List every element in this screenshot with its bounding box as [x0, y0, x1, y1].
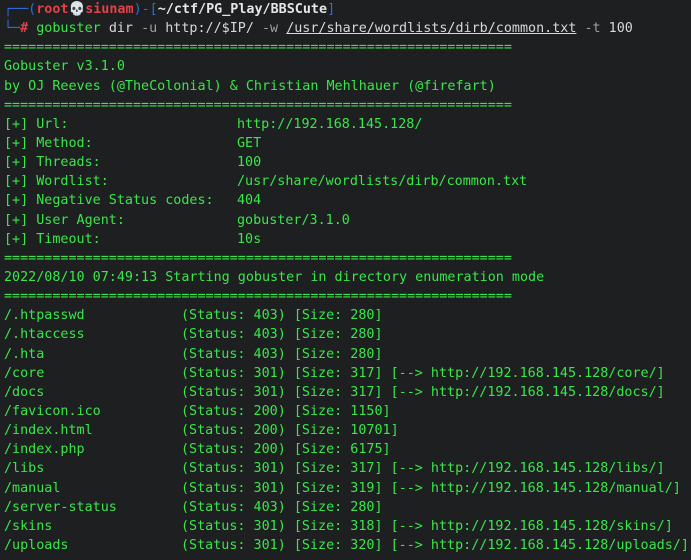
separator-line: ========================================…: [4, 250, 512, 266]
gobuster-version: Gobuster v3.1.0: [4, 59, 125, 75]
result-path: /uploads: [4, 537, 69, 553]
command-line[interactable]: └─# gobuster dir -u http://$IP/ -w /usr/…: [4, 19, 687, 38]
result-row: /.htaccess (Status: 403) [Size: 280]: [4, 325, 687, 344]
result-info: (Status: 301) [Size: 319] [--> http://19…: [181, 480, 681, 496]
config-label: [+] Negative Status codes:: [4, 193, 214, 209]
config-row: [+] Wordlist: /usr/share/wordlists/dirb/c…: [4, 172, 687, 191]
config-label: [+] Timeout:: [4, 231, 101, 247]
result-path: /.htaccess: [4, 327, 85, 343]
config-label: [+] Threads:: [4, 155, 101, 171]
result-info: (Status: 200) [Size: 1150]: [181, 403, 391, 419]
result-row: /.htpasswd (Status: 403) [Size: 280]: [4, 306, 687, 325]
result-row: /uploads (Status: 301) [Size: 320] [--> h…: [4, 536, 687, 555]
config-value: 10s: [237, 231, 262, 247]
config-value: http://192.168.145.128/: [237, 116, 423, 132]
result-info: (Status: 200) [Size: 10701]: [181, 423, 399, 439]
command-threads: 100: [608, 21, 633, 37]
gobuster-authors: by OJ Reeves (@TheColonial) & Christian …: [4, 78, 496, 94]
prompt-symbol: #: [20, 21, 29, 37]
config-value: 404: [237, 193, 262, 209]
result-path: /index.php: [4, 442, 85, 458]
command-url: http://$IP/: [165, 21, 254, 37]
command-flag-u: -u: [141, 21, 158, 37]
result-path: /.hta: [4, 346, 45, 362]
result-row: /docs (Status: 301) [Size: 317] [--> http…: [4, 383, 687, 402]
result-info: (Status: 301) [Size: 317] [--> http://19…: [181, 461, 665, 477]
result-info: (Status: 301) [Size: 320] [--> http://19…: [181, 537, 687, 553]
result-path: /manual: [4, 480, 61, 496]
prompt-frame-mid: )-[: [133, 2, 158, 17]
result-row: /.hta (Status: 403) [Size: 280]: [4, 345, 687, 364]
result-path: /skins: [4, 518, 53, 534]
config-label: [+] Url:: [4, 116, 69, 132]
skull-icon: 💀: [68, 2, 86, 17]
prompt-line: ┌──(root💀siunam)-[~/ctf/PG_Play/BBSCute]: [4, 0, 687, 19]
config-value: gobuster/3.1.0: [237, 212, 350, 228]
result-path: /libs: [4, 461, 45, 477]
separator-line: ========================================…: [4, 40, 512, 56]
config-label: [+] Wordlist:: [4, 174, 109, 190]
config-row: [+] Threads: 100: [4, 153, 687, 172]
prompt-frame-top: ┌──(: [4, 2, 37, 17]
config-row: [+] Url: http://192.168.145.128/: [4, 115, 687, 134]
result-row: /server-status (Status: 403) [Size: 280]: [4, 498, 687, 517]
config-value: 100: [237, 155, 262, 171]
result-info: (Status: 403) [Size: 280]: [181, 327, 383, 343]
result-row: /core (Status: 301) [Size: 317] [--> http…: [4, 364, 687, 383]
result-info: (Status: 301) [Size: 318] [--> http://19…: [181, 518, 673, 534]
result-path: /.htpasswd: [4, 308, 85, 324]
config-row: [+] Timeout: 10s: [4, 230, 687, 249]
start-message: 2022/08/10 07:49:13 Starting gobuster in…: [4, 269, 545, 285]
config-label: [+] Method:: [4, 135, 93, 151]
command-subcommand: dir: [108, 21, 133, 37]
prompt-frame-bottom: └─: [4, 21, 21, 37]
result-row: /index.php (Status: 200) [Size: 6175]: [4, 440, 687, 459]
command-wordlist: /usr/share/wordlists/dirb/common.txt: [286, 21, 577, 37]
config-row: [+] Method: GET: [4, 134, 687, 153]
prompt-path: ~/ctf/PG_Play/BBSCute: [157, 2, 328, 17]
result-row: /skins (Status: 301) [Size: 318] [--> htt…: [4, 517, 687, 536]
result-info: (Status: 200) [Size: 6175]: [181, 442, 391, 458]
command-flag-t: -t: [584, 21, 601, 37]
separator-line: ========================================…: [4, 289, 512, 305]
result-path: /server-status: [4, 499, 117, 515]
result-path: /core: [4, 365, 45, 381]
command-flag-w: -w: [262, 21, 279, 37]
result-row: /favicon.ico (Status: 200) [Size: 1150]: [4, 402, 687, 421]
result-info: (Status: 301) [Size: 317] [--> http://19…: [181, 384, 665, 400]
result-path: /docs: [4, 384, 45, 400]
result-path: /favicon.ico: [4, 403, 101, 419]
result-info: (Status: 403) [Size: 280]: [181, 346, 383, 362]
separator-line: ========================================…: [4, 97, 512, 113]
result-row: /libs (Status: 301) [Size: 317] [--> http…: [4, 459, 687, 478]
prompt-user: root: [36, 2, 69, 17]
result-row: /index.html (Status: 200) [Size: 10701]: [4, 421, 687, 440]
config-value: GET: [237, 135, 262, 151]
config-row: [+] Negative Status codes: 404: [4, 191, 687, 210]
result-row: /manual (Status: 301) [Size: 319] [--> ht…: [4, 479, 687, 498]
prompt-host: siunam: [85, 2, 134, 17]
config-label: [+] User Agent:: [4, 212, 125, 228]
command-binary: gobuster: [36, 21, 101, 37]
result-info: (Status: 403) [Size: 280]: [181, 308, 383, 324]
config-value: /usr/share/wordlists/dirb/common.txt: [237, 174, 528, 190]
result-path: /index.html: [4, 423, 93, 439]
result-info: (Status: 403) [Size: 280]: [181, 499, 383, 515]
result-info: (Status: 301) [Size: 317] [--> http://19…: [181, 365, 665, 381]
config-row: [+] User Agent: gobuster/3.1.0: [4, 211, 687, 230]
prompt-frame-end: ]: [327, 2, 336, 17]
terminal-window[interactable]: ┌──(root💀siunam)-[~/ctf/PG_Play/BBSCute]…: [0, 0, 691, 560]
